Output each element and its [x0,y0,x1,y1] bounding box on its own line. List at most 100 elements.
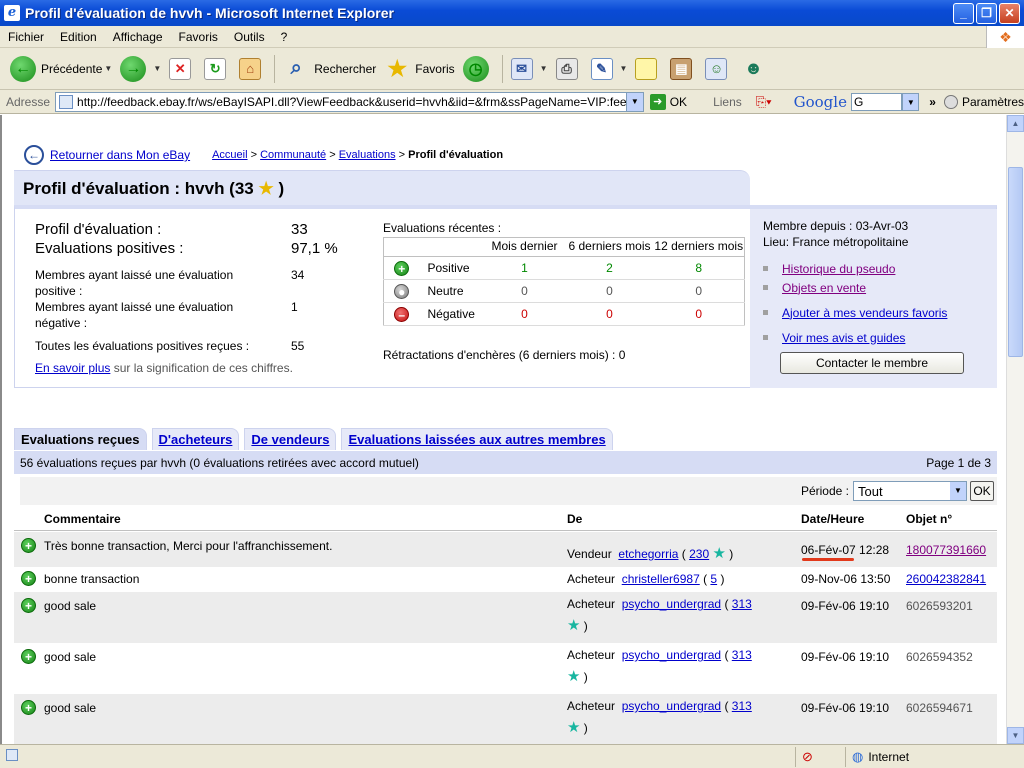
period-label: Période : [800,484,849,498]
page-title-close: ) [278,179,285,198]
breadcrumb-home[interactable]: Accueil [212,149,247,161]
back-to-my-ebay-link[interactable]: Retourner dans Mon eBay [50,148,190,162]
page-title-text: Profil d'évaluation : hvvh (33 [23,179,254,198]
user-link[interactable]: psycho_undergrad [622,648,721,662]
toolbar: ← Précédente ▼ → ▼ ✕ ↻ ⌂ ⌕ Rechercher ★ … [0,48,1024,90]
address-input[interactable]: http://feedback.ebay.fr/ws/eBayISAPI.dll… [55,91,627,112]
scroll-thumb[interactable] [1008,167,1023,357]
add-favorite-seller-link[interactable]: Ajouter à mes vendeurs favoris [782,306,947,320]
home-button[interactable]: ⌂ [235,52,270,86]
tab-from-buyers[interactable]: D'acheteurs [151,428,240,450]
mail-button[interactable]: ✉ ▼ [507,52,552,86]
item-link[interactable]: 180077391660 [906,543,986,557]
cell-value: 1 [483,256,566,280]
scroll-down-icon[interactable]: ▼ [1007,727,1024,744]
members-negative-value: 1 [291,300,298,314]
members-positive-value: 34 [291,268,305,282]
history-button[interactable]: ◷ [459,52,498,86]
stop-icon: ✕ [169,57,192,80]
period-select[interactable]: Tout ▼ [853,481,967,501]
maximize-button[interactable]: ❐ [976,2,997,24]
table-row: + Très bonne transaction, Merci pour l'a… [14,532,997,567]
item-link[interactable]: 260042382841 [906,572,986,586]
menu-tools[interactable]: Outils [226,30,273,44]
user-link[interactable]: psycho_undergrad [622,597,721,611]
learn-more-link[interactable]: En savoir plus [35,361,110,375]
messenger-button[interactable]: ☺ [701,52,736,86]
research-button[interactable]: ▤ [666,52,701,86]
search-button[interactable]: ⌕ Rechercher [279,52,380,86]
links-label[interactable]: Liens [713,95,742,109]
period-ok-button[interactable]: OK [970,481,994,501]
score-link[interactable]: 230 [689,547,709,561]
tab-left-for-others-link[interactable]: Evaluations laissées aux autres membres [348,432,605,447]
settings-button[interactable]: Paramètres [943,94,1024,109]
discuss-button[interactable] [631,52,666,86]
contact-member-button[interactable]: Contacter le membre [780,352,964,374]
reviews-guides-link[interactable]: Voir mes avis et guides [782,331,905,345]
score-link[interactable]: 5 [710,572,717,586]
page-status-icon [6,749,18,761]
user-link[interactable]: etchegorria [618,547,678,561]
table-row: – Négative 0 0 0 [383,302,745,326]
popup-blocked-icon[interactable]: ⊘ [802,749,813,765]
favorites-button[interactable]: ★ Favoris [380,52,458,86]
go-button[interactable]: ➜ OK [649,93,687,110]
mail-dropdown-icon[interactable]: ▼ [540,64,548,73]
turquoise-star-icon: ★ [567,668,581,685]
forward-button[interactable]: → ▼ [116,52,165,86]
edit-button[interactable]: ✎ ▼ [587,52,632,86]
refresh-button[interactable]: ↻ [200,52,235,86]
print-button[interactable]: ⎙ [552,52,587,86]
retractions-text: Rétractations d'enchères (6 derniers moi… [383,348,626,362]
feedback-table-header: Commentaire De Date/Heure Objet n° [14,508,997,531]
tab-from-sellers-link[interactable]: De vendeurs [251,432,329,447]
scroll-up-icon[interactable]: ▲ [1007,115,1024,132]
back-arrow-icon[interactable]: ← [24,145,44,165]
close-button[interactable]: ✕ [999,2,1020,24]
feedback-from: Acheteur psycho_undergrad ( 313 ★ ) [567,597,752,634]
tab-left-for-others[interactable]: Evaluations laissées aux autres membres [341,428,613,450]
menu-view[interactable]: Affichage [105,30,171,44]
stop-button[interactable]: ✕ [165,52,200,86]
menu-edit[interactable]: Edition [52,30,105,44]
tab-received[interactable]: Evaluations reçues [14,428,147,450]
tab-from-buyers-link[interactable]: D'acheteurs [159,432,233,447]
google-dropdown-icon[interactable]: ▼ [902,92,920,111]
acrobat-icon[interactable]: ⎘▾ [756,94,772,110]
forward-dropdown-icon[interactable]: ▼ [153,64,161,73]
print-icon: ⎙ [555,57,578,80]
score-link[interactable]: 313 [732,597,752,611]
all-positive-value: 55 [291,339,305,353]
favorites-label: Favoris [415,61,455,76]
score-link[interactable]: 313 [732,648,752,662]
score-link[interactable]: 313 [732,699,752,713]
chevron-more-icon[interactable]: » [929,95,936,109]
role-label: Acheteur [567,572,616,586]
address-dropdown-icon[interactable]: ▼ [626,91,644,112]
list-item: Objets en vente [763,278,997,297]
pseudo-history-link[interactable]: Historique du pseudo [782,262,895,276]
menu-favorites[interactable]: Favoris [171,30,226,44]
table-row: + bonne transaction Acheteur christeller… [14,567,997,592]
chevron-down-icon[interactable]: ▼ [950,482,966,500]
back-dropdown-icon[interactable]: ▼ [104,64,112,73]
user-link[interactable]: psycho_undergrad [622,699,721,713]
items-for-sale-link[interactable]: Objets en vente [782,281,866,295]
page-title: Profil d'évaluation : hvvh (33 ★ ) [14,170,750,205]
breadcrumb-evaluations[interactable]: Evaluations [339,149,396,161]
google-search-input[interactable]: G [850,92,903,111]
col-last-month: Mois dernier [483,237,566,257]
user-link[interactable]: christeller6987 [622,572,700,586]
menu-file[interactable]: Fichier [0,30,52,44]
contacts-button[interactable]: ☻ [736,52,775,86]
minimize-button[interactable]: _ [953,2,974,24]
vertical-scrollbar[interactable]: ▲ ▼ [1006,115,1024,744]
members-negative-label: Membres ayant laissé une évaluation néga… [35,300,234,330]
breadcrumb-community[interactable]: Communauté [260,149,326,161]
menu-help[interactable]: ? [273,30,296,44]
tab-from-sellers[interactable]: De vendeurs [244,428,337,450]
edit-dropdown-icon[interactable]: ▼ [620,64,628,73]
red-annotation-underline [802,558,854,561]
back-button[interactable]: ← Précédente ▼ [6,52,116,86]
